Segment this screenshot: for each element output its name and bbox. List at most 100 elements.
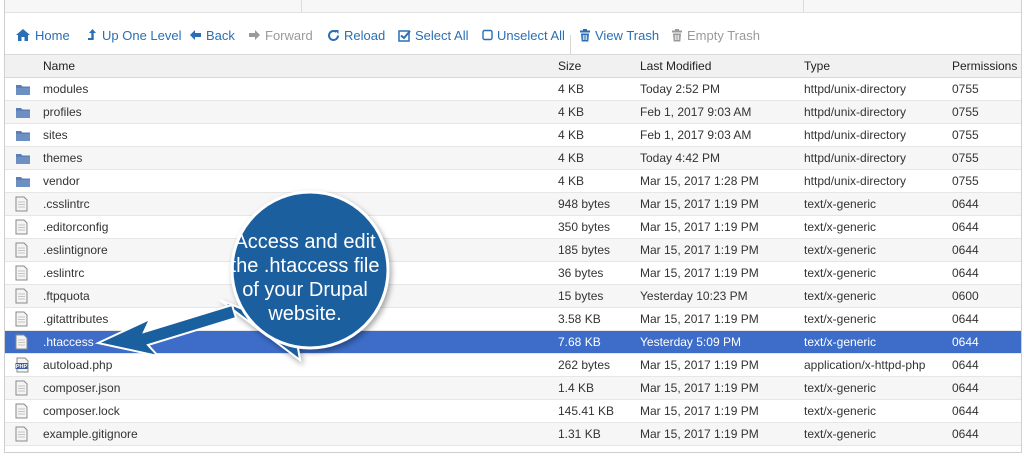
file-rows: modules 4 KB Today 2:52 PM httpd/unix-direc… bbox=[5, 78, 1021, 446]
file-last-modified: Mar 15, 2017 1:19 PM bbox=[640, 197, 759, 211]
level-up-icon bbox=[87, 28, 98, 42]
table-row[interactable]: modules 4 KB Today 2:52 PM httpd/unix-direc… bbox=[5, 78, 1021, 101]
unselect-all-button[interactable]: Unselect All bbox=[482, 26, 565, 44]
file-type: text/x-generic bbox=[804, 312, 877, 326]
back-button[interactable]: Back bbox=[189, 26, 235, 44]
file-name[interactable]: vendor bbox=[43, 170, 80, 192]
file-permissions: 0755 bbox=[952, 82, 979, 96]
table-row[interactable]: profiles 4 KB Feb 1, 2017 9:03 AM httpd/uni… bbox=[5, 101, 1021, 124]
column-header-size[interactable]: Size bbox=[558, 55, 581, 77]
file-manager: Home Up One Level Back Forward Reload Se… bbox=[4, 0, 1022, 453]
file-permissions: 0644 bbox=[952, 220, 979, 234]
view-trash-button[interactable]: View Trash bbox=[579, 26, 659, 44]
file-name[interactable]: .eslintignore bbox=[43, 239, 108, 261]
file-type: httpd/unix-directory bbox=[804, 105, 907, 119]
file-size: 350 bytes bbox=[558, 220, 611, 234]
file-permissions: 0644 bbox=[952, 358, 979, 372]
arrow-right-icon bbox=[248, 29, 261, 41]
file-type: text/x-generic bbox=[804, 427, 877, 441]
file-name[interactable]: .editorconfig bbox=[43, 216, 108, 238]
table-row[interactable]: .eslintrc 36 bytes Mar 15, 2017 1:19 PM tex… bbox=[5, 262, 1021, 285]
file-permissions: 0644 bbox=[952, 427, 979, 441]
file-permissions: 0644 bbox=[952, 335, 979, 349]
file-name[interactable]: profiles bbox=[43, 101, 82, 123]
file-name[interactable]: themes bbox=[43, 147, 82, 169]
reload-icon bbox=[327, 29, 340, 42]
file-name[interactable]: composer.lock bbox=[43, 400, 120, 422]
callout-text: Access and edit the .htaccess file of yo… bbox=[224, 230, 386, 326]
file-size: 262 bytes bbox=[558, 358, 611, 372]
file-size: 145.41 KB bbox=[558, 404, 615, 418]
trash-icon bbox=[579, 28, 591, 42]
table-row[interactable]: .htaccess 7.68 KB Yesterday 5:09 PM text/x-… bbox=[5, 331, 1021, 354]
table-row[interactable]: composer.lock 145.41 KB Mar 15, 2017 1:19 … bbox=[5, 400, 1021, 423]
svg-text:PHP: PHP bbox=[16, 364, 28, 370]
table-row[interactable]: .ftpquota 15 bytes Yesterday 10:23 PM text/… bbox=[5, 285, 1021, 308]
table-row[interactable]: vendor 4 KB Mar 15, 2017 1:28 PM httpd/unix… bbox=[5, 170, 1021, 193]
select-all-button[interactable]: Select All bbox=[398, 26, 468, 44]
file-permissions: 0755 bbox=[952, 128, 979, 142]
file-size: 3.58 KB bbox=[558, 312, 601, 326]
file-type: text/x-generic bbox=[804, 266, 877, 280]
up-one-level-button[interactable]: Up One Level bbox=[87, 26, 182, 44]
file-size: 4 KB bbox=[558, 82, 585, 96]
toolbar: Home Up One Level Back Forward Reload Se… bbox=[5, 13, 1021, 61]
folder-icon bbox=[15, 101, 35, 123]
file-permissions: 0600 bbox=[952, 289, 979, 303]
file-name[interactable]: autoload.php bbox=[43, 354, 112, 376]
file-name[interactable]: composer.json bbox=[43, 377, 120, 399]
column-header-name[interactable]: Name bbox=[43, 55, 75, 77]
folder-icon bbox=[15, 124, 35, 146]
table-row[interactable]: .editorconfig 350 bytes Mar 15, 2017 1:19 … bbox=[5, 216, 1021, 239]
file-type: text/x-generic bbox=[804, 197, 877, 211]
file-type: httpd/unix-directory bbox=[804, 151, 907, 165]
trash-icon bbox=[671, 28, 683, 42]
file-name[interactable]: .ftpquota bbox=[43, 285, 90, 307]
column-header-permissions[interactable]: Permissions bbox=[952, 55, 1017, 77]
table-row[interactable]: example.gitignore 1.31 KB Mar 15, 2017 1:1… bbox=[5, 423, 1021, 446]
table-row[interactable]: themes 4 KB Today 4:42 PM httpd/unix-direct… bbox=[5, 147, 1021, 170]
top-strip bbox=[5, 0, 1021, 13]
empty-trash-button[interactable]: Empty Trash bbox=[671, 26, 760, 44]
file-name[interactable]: .csslintrc bbox=[43, 193, 90, 215]
table-row[interactable]: .gitattributes 3.58 KB Mar 15, 2017 1:19 P… bbox=[5, 308, 1021, 331]
file-permissions: 0755 bbox=[952, 151, 979, 165]
file-last-modified: Mar 15, 2017 1:28 PM bbox=[640, 174, 759, 188]
file-name[interactable]: .gitattributes bbox=[43, 308, 108, 330]
file-name[interactable]: example.gitignore bbox=[43, 423, 138, 445]
empty-trash-label: Empty Trash bbox=[687, 27, 760, 43]
file-type: application/x-httpd-php bbox=[804, 358, 926, 372]
file-type: text/x-generic bbox=[804, 243, 877, 257]
table-row[interactable]: PHP autoload.php 262 bytes Mar 15, 2017 1:1… bbox=[5, 354, 1021, 377]
view-trash-label: View Trash bbox=[595, 27, 660, 43]
file-size: 1.31 KB bbox=[558, 427, 601, 441]
file-size: 185 bytes bbox=[558, 243, 611, 257]
file-name[interactable]: .eslintrc bbox=[43, 262, 84, 284]
file-last-modified: Feb 1, 2017 9:03 AM bbox=[640, 105, 752, 119]
file-type: httpd/unix-directory bbox=[804, 174, 907, 188]
file-type: httpd/unix-directory bbox=[804, 82, 907, 96]
file-last-modified: Mar 15, 2017 1:19 PM bbox=[640, 427, 759, 441]
column-header-type[interactable]: Type bbox=[804, 55, 830, 77]
file-last-modified: Yesterday 5:09 PM bbox=[640, 335, 741, 349]
table-row[interactable]: .eslintignore 185 bytes Mar 15, 2017 1:19 … bbox=[5, 239, 1021, 262]
file-name[interactable]: .htaccess bbox=[43, 331, 94, 353]
file-last-modified: Mar 15, 2017 1:19 PM bbox=[640, 220, 759, 234]
home-icon bbox=[15, 28, 31, 42]
forward-button[interactable]: Forward bbox=[248, 26, 313, 44]
column-header-last-modified[interactable]: Last Modified bbox=[640, 55, 711, 77]
callout-line: of your Drupal bbox=[242, 279, 368, 301]
file-name[interactable]: modules bbox=[43, 78, 88, 100]
file-permissions: 0644 bbox=[952, 381, 979, 395]
callout-annotation: Access and edit the .htaccess file of yo… bbox=[200, 180, 410, 390]
table-row[interactable]: sites 4 KB Feb 1, 2017 9:03 AM httpd/unix-d… bbox=[5, 124, 1021, 147]
table-row[interactable]: composer.json 1.4 KB Mar 15, 2017 1:19 PM t… bbox=[5, 377, 1021, 400]
home-button[interactable]: Home bbox=[15, 26, 70, 44]
file-last-modified: Mar 15, 2017 1:19 PM bbox=[640, 358, 759, 372]
file-size: 15 bytes bbox=[558, 289, 604, 303]
file-name[interactable]: sites bbox=[43, 124, 68, 146]
file-icon bbox=[15, 423, 35, 445]
file-permissions: 0644 bbox=[952, 197, 979, 211]
reload-button[interactable]: Reload bbox=[327, 26, 385, 44]
table-row[interactable]: .csslintrc 948 bytes Mar 15, 2017 1:19 PM t… bbox=[5, 193, 1021, 216]
